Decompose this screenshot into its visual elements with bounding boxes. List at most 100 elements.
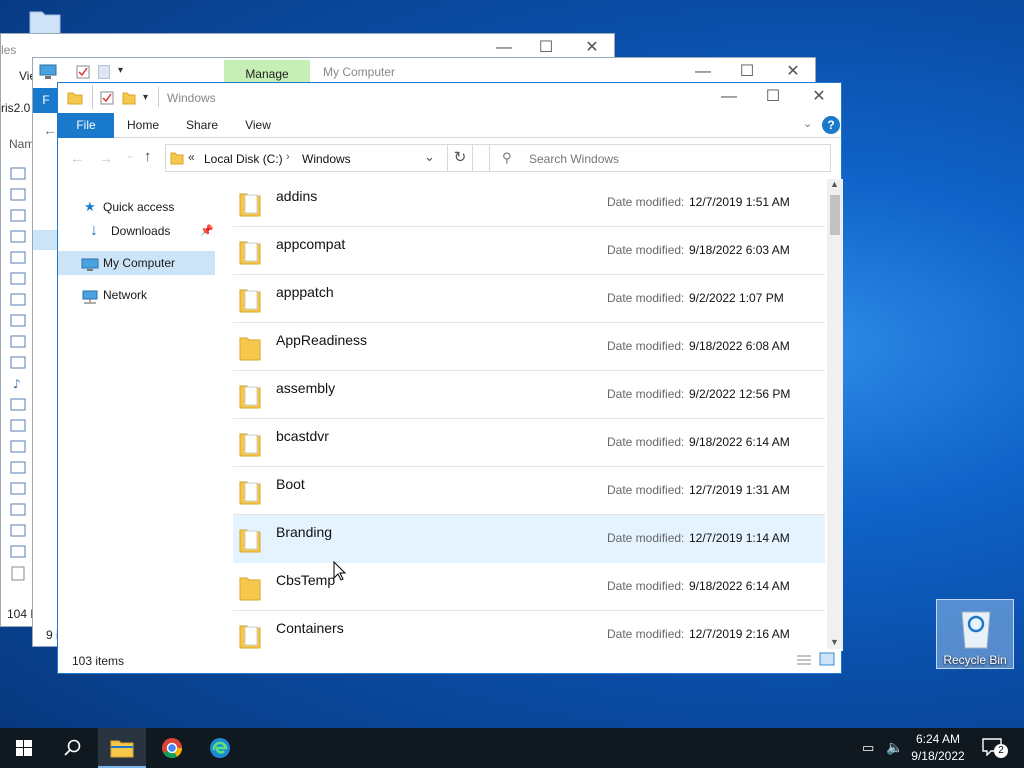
date-label: Date modified: [607,579,685,593]
tab-file[interactable]: File [58,113,114,138]
folder-icon [239,431,261,460]
list-item[interactable]: appcompat Date modified: 9/18/2022 6:03 … [233,227,825,275]
ribbon-tabs: File Home Share View ⌄ ? [58,113,841,138]
new-folder-icon[interactable] [122,91,136,105]
new-item-icon[interactable] [98,65,110,79]
folder-icon [239,479,261,508]
details-view-icon[interactable] [796,654,812,666]
recycle-bin-label: Recycle Bin [943,653,1007,667]
breadcrumb-separator-icon[interactable]: › [286,151,290,163]
title-bar[interactable]: ▾ Windows — ☐ ✕ [58,83,841,113]
search-input[interactable]: ⚲ Search Windows [489,144,831,172]
back-arrow-icon[interactable]: ← [43,122,57,138]
folder-icon [239,527,261,556]
close-icon[interactable]: ✕ [796,83,842,113]
vertical-scrollbar[interactable]: ▲ ▼ [827,179,843,651]
name-column-header[interactable]: Nam [9,137,34,151]
breadcrumb-local-disk[interactable]: Local Disk (C:) [204,152,283,166]
windows-explorer-window[interactable]: ▾ Windows — ☐ ✕ File Home Share View ⌄ ?… [57,82,843,674]
list-item[interactable]: CbsTemp Date modified: 9/18/2022 6:14 AM [233,563,825,611]
folder-icon [239,191,261,220]
date-label: Date modified: [607,627,685,641]
tab-home[interactable]: Home [120,113,166,138]
file-explorer-taskbar-icon[interactable] [98,728,146,768]
list-item[interactable]: Boot Date modified: 12/7/2019 1:31 AM [233,467,825,515]
properties-icon[interactable] [100,91,114,105]
recycle-bin-icon[interactable]: Recycle Bin [936,599,1014,669]
list-item[interactable]: assembly Date modified: 9/2/2022 12:56 P… [233,371,825,419]
window-title: My Computer [323,65,396,79]
nav-quick-access[interactable]: ★ Quick access [58,195,215,219]
item-name: AppReadiness [276,332,368,348]
tab-share[interactable]: Share [178,113,226,138]
scroll-down-icon[interactable]: ▼ [830,637,839,647]
nav-network[interactable]: Network [58,283,215,307]
date-value: 9/18/2022 6:14 AM [689,435,790,449]
nav-label: My Computer [103,256,176,270]
list-item[interactable]: apppatch Date modified: 9/2/2022 1:07 PM [233,275,825,323]
svg-text:♪: ♪ [13,377,21,391]
expand-ribbon-icon[interactable]: ⌄ [803,117,812,130]
pin-icon[interactable]: 📌 [200,219,214,243]
overflow-chevron[interactable]: « [188,150,195,164]
date-value: 9/2/2022 1:07 PM [689,291,784,305]
chrome-icon[interactable] [148,728,196,768]
quick-access-dropdown-icon[interactable]: ▾ [143,92,148,103]
navigation-pane: ★ Quick access ↓ Downloads 📌 My Computer… [58,179,223,652]
list-item[interactable]: addins Date modified: 12/7/2019 1:51 AM [233,179,825,227]
taskbar: ▭ 🔈 6:24 AM 9/18/2022 2 [0,728,1024,768]
item-count: 103 items [72,654,125,668]
large-icons-view-icon[interactable] [819,652,835,666]
separator [92,85,93,109]
folder-icon [239,335,261,364]
scrollbar-thumb[interactable] [830,195,840,235]
clock-date[interactable]: 9/18/2022 [906,749,970,763]
file-list: addins Date modified: 12/7/2019 1:51 AM … [233,179,827,652]
mouse-cursor-icon [333,560,347,581]
search-icon[interactable] [48,728,96,768]
edge-icon[interactable] [196,728,244,768]
date-label: Date modified: [607,243,685,257]
search-placeholder: Search Windows [529,152,620,166]
quick-access-dropdown-icon[interactable]: ▾ [118,65,123,76]
back-arrow-icon[interactable]: ← [70,150,84,166]
folder-icon [239,239,261,268]
breadcrumb-windows[interactable]: Windows [302,152,351,166]
refresh-icon[interactable]: ↻ [447,144,473,172]
tab-view[interactable]: View [238,113,278,138]
address-dropdown-icon[interactable]: ⌄ [424,149,435,165]
list-item[interactable]: bcastdvr Date modified: 9/18/2022 6:14 A… [233,419,825,467]
volume-icon[interactable]: 🔈 [886,739,903,756]
list-item[interactable]: Containers Date modified: 12/7/2019 2:16… [233,611,825,652]
recent-locations-icon[interactable]: ⌄ [126,150,134,161]
folder-icon [67,91,83,105]
notification-center-icon[interactable]: 2 [980,736,1008,760]
nav-my-computer[interactable]: My Computer [58,251,215,275]
forward-arrow-icon[interactable]: → [99,150,113,166]
network-status-icon[interactable]: ▭ [862,740,874,756]
up-arrow-icon[interactable]: ↑ [144,148,152,165]
clock-time[interactable]: 6:24 AM [906,732,970,746]
nav-downloads[interactable]: ↓ Downloads 📌 [58,219,215,243]
file-icon-column: ♪ [9,162,29,582]
properties-icon[interactable] [76,65,90,79]
file-tab-fragment[interactable]: F [33,88,59,113]
download-icon: ↓ [90,222,98,239]
folder-icon [239,383,261,412]
scroll-up-icon[interactable]: ▲ [830,179,839,189]
window-title-fragment: les [1,43,17,57]
date-value: 9/2/2022 12:56 PM [689,387,791,401]
list-item[interactable]: AppReadiness Date modified: 9/18/2022 6:… [233,323,825,371]
star-icon: ★ [84,199,96,214]
list-item[interactable]: Branding Date modified: 12/7/2019 1:14 A… [233,515,825,563]
item-name: appcompat [276,236,346,252]
minimize-icon[interactable]: — [706,83,752,113]
item-name: Branding [276,524,333,540]
start-windows-icon[interactable] [0,728,48,768]
maximize-icon[interactable]: ☐ [750,83,796,113]
help-icon[interactable]: ? [822,116,840,134]
item-name: assembly [276,380,336,396]
item-name: bcastdvr [276,428,329,444]
date-label: Date modified: [607,483,685,497]
notification-badge: 2 [994,744,1008,758]
